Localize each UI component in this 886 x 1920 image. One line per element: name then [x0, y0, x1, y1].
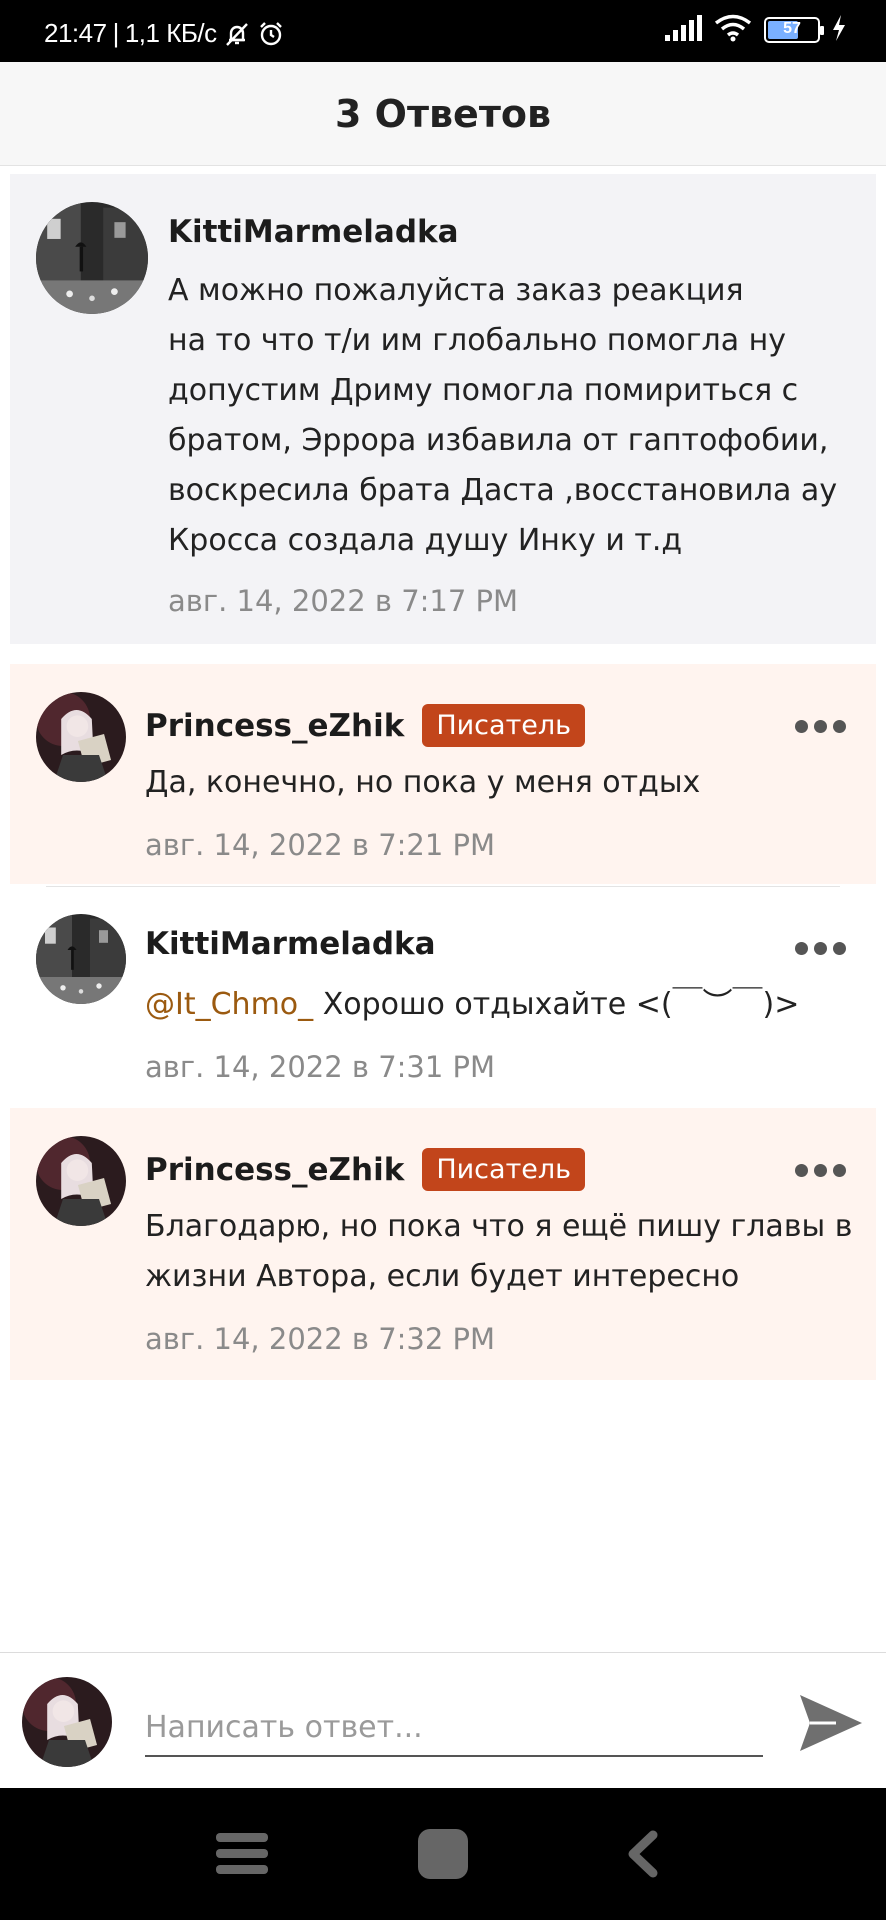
avatar[interactable] — [36, 914, 126, 1004]
status-right: 57 — [664, 14, 846, 46]
comment-line: допустим Дриму помогла помириться с — [168, 373, 799, 408]
more-options-button[interactable] — [795, 942, 846, 955]
parent-comment: KittiMarmeladka А можно пожалуйста заказ… — [10, 174, 876, 644]
comment-timestamp: авг. 14, 2022 в 7:32 PM — [145, 1322, 496, 1356]
comment-body: Да, конечно, но пока у меня отдых — [145, 758, 700, 808]
username-text[interactable]: Princess_eZhik — [145, 1152, 404, 1188]
reply-bar — [0, 1652, 886, 1788]
status-separator: | — [112, 18, 120, 48]
home-button[interactable] — [383, 1788, 503, 1920]
comment-line: Да, конечно, но пока у меня отдых — [145, 765, 701, 800]
comment-timestamp: авг. 14, 2022 в 7:21 PM — [145, 828, 496, 862]
more-options-button[interactable] — [795, 1164, 846, 1177]
comment-username[interactable]: KittiMarmeladka — [168, 214, 459, 250]
comment-line: Кросса создала душу Инку и т.д — [168, 523, 683, 558]
status-time: 21:47 — [44, 18, 107, 48]
comment-line: воскресила брата Даста ,восстановила ау — [168, 473, 838, 508]
battery-level: 57 — [783, 20, 801, 37]
reply-input[interactable] — [145, 1699, 763, 1757]
comment-timestamp: авг. 14, 2022 в 7:31 PM — [145, 1050, 496, 1084]
charging-icon — [832, 15, 846, 45]
comment-username: Princess_eZhik Писатель — [145, 1148, 586, 1191]
avatar[interactable] — [36, 692, 126, 782]
status-bar: 21:47 | 1,1 КБ/с 57 — [0, 0, 886, 62]
divider — [46, 886, 840, 887]
username-text[interactable]: Princess_eZhik — [145, 708, 404, 744]
status-left: 21:47 | 1,1 КБ/с — [44, 18, 285, 49]
comment-username: KittiMarmeladka — [145, 926, 436, 962]
back-button[interactable] — [583, 1788, 703, 1920]
comment-body: @It_Chmo_ Хорошо отдыхайте <(￣︶￣)> — [145, 980, 799, 1030]
home-icon — [418, 1829, 468, 1879]
navigation-bar — [0, 1788, 886, 1920]
more-options-button[interactable] — [795, 720, 846, 733]
screen: 21:47 | 1,1 КБ/с 57 3 Ответов KittiMarme… — [0, 0, 886, 1920]
comment-username: Princess_eZhik Писатель — [145, 704, 586, 747]
alarm-icon — [257, 20, 285, 48]
comment-line: на то что т/и им глобально помогла ну — [168, 323, 786, 358]
back-icon — [628, 1830, 658, 1878]
comment-timestamp: авг. 14, 2022 в 7:17 PM — [168, 584, 519, 618]
comment-line: Благодарю, но пока что я ещё пишу главы … — [145, 1209, 853, 1244]
menu-icon — [216, 1833, 268, 1874]
username-text[interactable]: KittiMarmeladka — [168, 214, 459, 250]
more-icon — [795, 1164, 808, 1177]
wifi-icon — [714, 14, 752, 46]
author-badge: Писатель — [422, 1148, 586, 1191]
comment-line: Хорошо отдыхайте <(￣︶￣)> — [313, 987, 800, 1022]
author-badge: Писатель — [422, 704, 586, 747]
avatar[interactable] — [36, 1136, 126, 1226]
signal-icon — [664, 15, 702, 45]
page-title: 3 Ответов — [335, 91, 551, 136]
menu-button[interactable] — [182, 1788, 302, 1920]
reply-comment: Princess_eZhik Писатель Благодарю, но по… — [10, 1108, 876, 1380]
more-icon — [795, 942, 808, 955]
battery-icon: 57 — [764, 17, 824, 43]
comment-line: А можно пожалуйста заказ реакция — [168, 273, 744, 308]
header: 3 Ответов — [0, 62, 886, 166]
comment-line: жизни Автора, если будет интересно — [145, 1259, 740, 1294]
comment-line: братом, Эррора избавила от гаптофобии, — [168, 423, 829, 458]
current-user-avatar — [22, 1677, 112, 1767]
send-button[interactable] — [796, 1691, 866, 1755]
comment-body: Благодарю, но пока что я ещё пишу главы … — [145, 1202, 852, 1302]
more-icon — [795, 720, 808, 733]
reply-comment: Princess_eZhik Писатель Да, конечно, но … — [10, 664, 876, 884]
send-icon — [800, 1695, 862, 1751]
comment-body: А можно пожалуйста заказ реакция на то ч… — [168, 266, 837, 566]
avatar[interactable] — [36, 202, 148, 314]
reply-comment: KittiMarmeladka @It_Chmo_ Хорошо отдыхай… — [10, 886, 876, 1106]
mention-link[interactable]: @It_Chmo_ — [145, 987, 313, 1022]
status-speed: 1,1 КБ/с — [124, 18, 217, 48]
username-text[interactable]: KittiMarmeladka — [145, 926, 436, 962]
mute-icon — [223, 20, 251, 48]
